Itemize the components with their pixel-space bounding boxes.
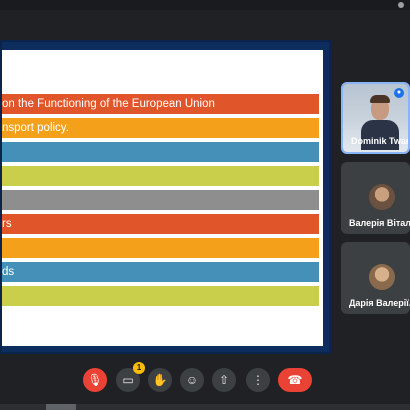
slide-bar: on the Functioning of the European Union [2,94,319,114]
camera-off-icon: ▭ [122,373,134,387]
camera-toggle-button[interactable]: ▭ 1 [116,362,145,392]
phone-hangup-icon: ☎ [287,373,303,387]
present-button[interactable]: ⇧ [212,368,236,392]
slide-bar [2,190,319,210]
present-icon: ⇧ [218,373,230,387]
slide-bar: ds [2,262,319,282]
participant-tile-valeria[interactable]: Валерія Віталі... [341,162,410,234]
participant-tile-dominik[interactable]: ● Dominik Twar... [341,82,410,154]
avatar [369,264,395,290]
slide-bar [2,166,319,186]
more-icon: ⋮ [252,373,264,387]
more-options-button[interactable]: ⋮ [246,368,270,392]
participant-name: Дарія Валерії... [349,298,410,308]
slide-bar: rs [2,214,319,234]
mic-toggle-button[interactable]: 🎙 [83,368,107,392]
top-bar [0,0,410,10]
slide-bar: nsport policy. [2,118,319,138]
participant-tile-daria[interactable]: Дарія Валерії... [341,242,410,314]
slide-bar [2,142,319,162]
status-dot-icon [398,2,404,8]
slide: on the Functioning of the European Union… [2,50,323,346]
slide-bar [2,238,319,258]
avatar [369,184,395,210]
slide-bar [2,286,319,306]
notification-badge: 1 [133,362,145,374]
participant-name: Dominik Twar... [351,136,410,146]
presentation-area: on the Functioning of the European Union… [0,40,331,354]
mic-off-icon: 🎙 [87,373,103,387]
raise-hand-button[interactable]: ✋ [148,368,172,392]
end-call-button[interactable]: ☎ [278,368,312,392]
participant-name: Валерія Віталі... [349,218,410,228]
hand-icon: ✋ [152,373,168,387]
call-controls: 🎙 ▭ 1 ✋ ☺ ⇧ ⋮ ☎ [0,360,410,410]
reactions-button[interactable]: ☺ [180,368,204,392]
speaking-indicator-icon: ● [394,88,404,98]
bottom-strip [0,404,410,410]
emoji-icon: ☺ [185,373,199,387]
strip-segment [46,404,76,410]
person-hair [370,95,390,103]
